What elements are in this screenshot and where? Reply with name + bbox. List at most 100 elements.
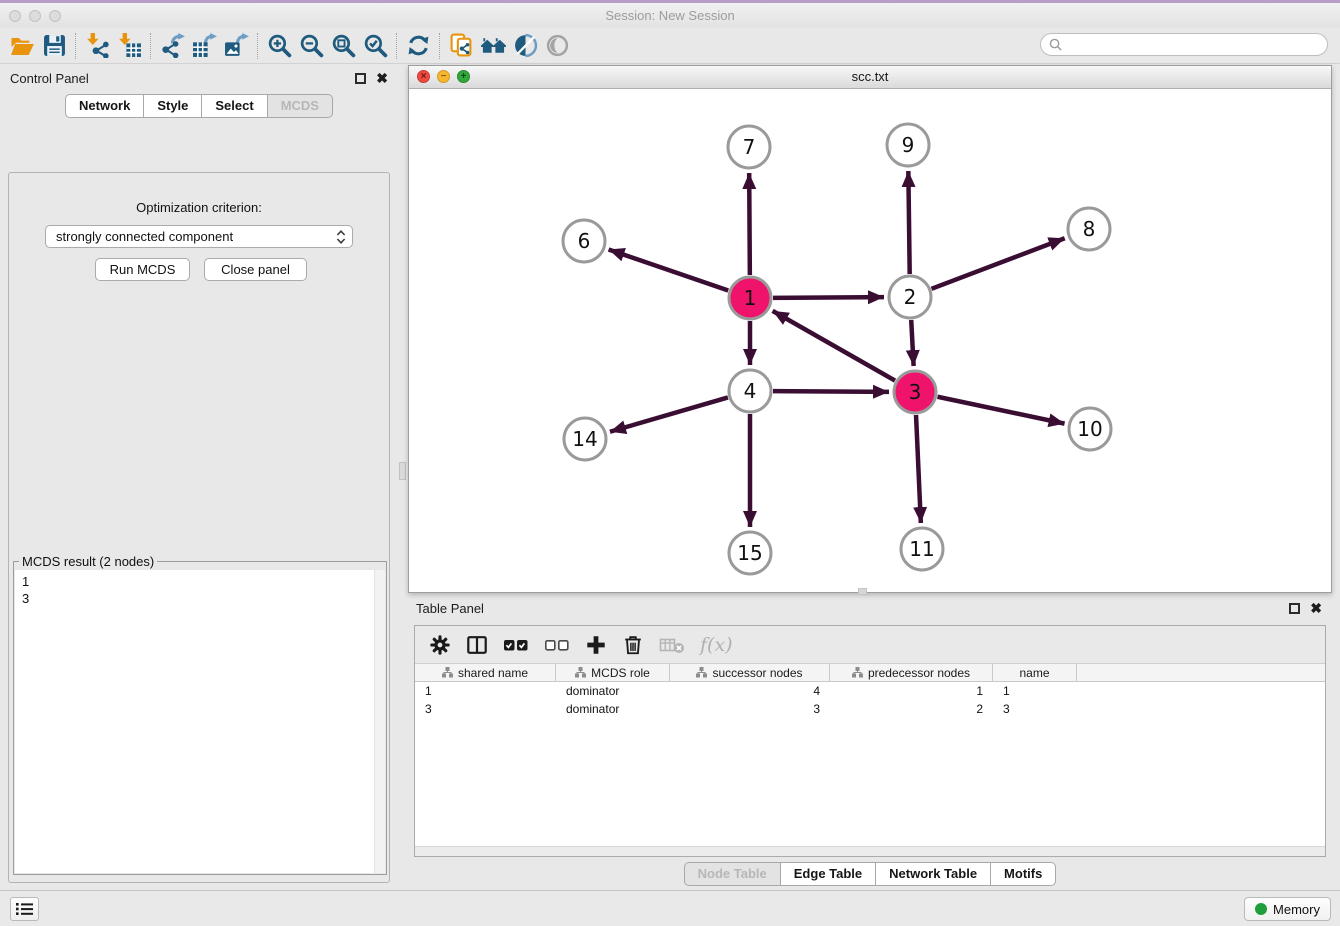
edge-4-14[interactable] [610, 397, 728, 431]
svg-text:10: 10 [1077, 417, 1102, 441]
table-cell[interactable]: dominator [556, 700, 670, 718]
table-hscroll-area[interactable] [415, 846, 1325, 856]
split-columns-icon [466, 634, 488, 656]
table-settings-button[interactable] [429, 632, 451, 658]
graph-node-11[interactable]: 11 [901, 528, 943, 570]
tab-network-table[interactable]: Network Table [875, 862, 991, 886]
export-table-button[interactable] [188, 31, 220, 61]
table-row[interactable]: 1dominator411 [415, 682, 1325, 700]
edge-2-8[interactable] [932, 238, 1065, 289]
column-header-predecessor-nodes[interactable]: predecessor nodes [830, 664, 993, 681]
table-cell[interactable]: 1 [415, 682, 556, 700]
graph-node-3[interactable]: 3 [894, 371, 936, 413]
table-cell[interactable]: 3 [415, 700, 556, 718]
tab-select[interactable]: Select [201, 94, 267, 118]
save-session-button[interactable] [38, 31, 70, 61]
annotations-button[interactable] [509, 31, 541, 61]
edge-1-6[interactable] [609, 249, 729, 290]
graph-node-8[interactable]: 8 [1068, 208, 1110, 250]
open-file-button[interactable] [6, 31, 38, 61]
graph-node-7[interactable]: 7 [728, 126, 770, 168]
memory-button[interactable]: Memory [1244, 897, 1331, 921]
delete-rows-button[interactable] [622, 632, 644, 658]
column-header-shared-name[interactable]: shared name [415, 664, 556, 681]
window-title: Session: New Session [0, 8, 1340, 23]
edge-2-3[interactable] [911, 320, 913, 366]
table-cell[interactable]: 1 [830, 682, 993, 700]
close-panel-button[interactable]: Close panel [204, 258, 307, 281]
edge-3-1[interactable] [773, 311, 895, 381]
zoom-fit-button[interactable] [327, 31, 359, 61]
optimization-criterion-select[interactable]: strongly connected component [45, 225, 353, 248]
table-cell[interactable]: 4 [670, 682, 830, 700]
column-header-successor-nodes[interactable]: successor nodes [670, 664, 830, 681]
clone-network-button[interactable] [445, 31, 477, 61]
graph-node-2[interactable]: 2 [889, 276, 931, 318]
select-all-button[interactable] [503, 632, 529, 658]
graph-node-4[interactable]: 4 [729, 370, 771, 412]
edge-2-9[interactable] [908, 171, 909, 274]
edge-3-10[interactable] [938, 397, 1065, 424]
search-box[interactable] [1040, 33, 1328, 56]
close-table-panel-icon[interactable]: ✖ [1310, 603, 1322, 614]
column-header-MCDS-role[interactable]: MCDS role [556, 664, 670, 681]
add-column-button[interactable] [585, 632, 607, 658]
column-header-name[interactable]: name [993, 664, 1077, 681]
graph-node-6[interactable]: 6 [563, 220, 605, 262]
search-input[interactable] [1067, 38, 1327, 52]
export-network-button[interactable] [156, 31, 188, 61]
graph-node-9[interactable]: 9 [887, 124, 929, 166]
table-row[interactable]: 3dominator323 [415, 700, 1325, 718]
tab-mcds[interactable]: MCDS [267, 94, 333, 118]
function-builder-button[interactable]: f(x) [700, 632, 733, 658]
split-view-button[interactable] [466, 632, 488, 658]
refresh-layout-button[interactable] [402, 31, 434, 61]
task-history-button[interactable] [10, 897, 39, 921]
trash-icon [622, 634, 644, 656]
deselect-all-button[interactable] [544, 632, 570, 658]
float-table-panel-button[interactable] [1289, 603, 1300, 614]
float-panel-button[interactable] [355, 73, 366, 84]
zoom-out-button[interactable] [295, 31, 327, 61]
zoom-out-icon [299, 33, 324, 58]
graph-node-15[interactable]: 15 [729, 532, 771, 574]
edge-4-3[interactable] [773, 391, 889, 392]
close-panel-icon[interactable]: ✖ [376, 73, 388, 84]
table-cell[interactable]: 2 [830, 700, 993, 718]
status-bar: Memory [0, 890, 1340, 926]
horizontal-splitter-handle[interactable] [858, 588, 867, 595]
column-label: predecessor nodes [868, 666, 970, 680]
graph-node-1[interactable]: 1 [729, 277, 771, 319]
tab-node-table[interactable]: Node Table [684, 862, 781, 886]
network-canvas[interactable]: 7 9 6 8 1 2 4 3 14 10 15 11 [409, 89, 1331, 592]
run-mcds-button[interactable]: Run MCDS [95, 258, 190, 281]
result-scrollbar[interactable] [374, 570, 385, 873]
zoom-selected-button[interactable] [359, 31, 391, 61]
tab-style[interactable]: Style [143, 94, 202, 118]
edge-1-2[interactable] [773, 297, 884, 298]
graph-node-10[interactable]: 10 [1069, 408, 1111, 450]
svg-text:11: 11 [909, 537, 934, 561]
table-cell[interactable]: dominator [556, 682, 670, 700]
tab-edge-table[interactable]: Edge Table [780, 862, 876, 886]
delete-table-button[interactable] [659, 632, 685, 658]
first-neighbors-button[interactable] [477, 31, 509, 61]
tab-motifs[interactable]: Motifs [990, 862, 1056, 886]
network-graph[interactable]: 7 9 6 8 1 2 4 3 14 10 15 11 [409, 89, 1331, 593]
import-table-button[interactable] [113, 31, 145, 61]
toolbar-separator [396, 33, 397, 59]
tab-network[interactable]: Network [65, 94, 144, 118]
export-image-button[interactable] [220, 31, 252, 61]
network-window-titlebar[interactable]: × − + scc.txt [409, 66, 1331, 89]
edge-1-7[interactable] [749, 173, 750, 275]
zoom-in-button[interactable] [263, 31, 295, 61]
edge-3-11[interactable] [916, 415, 921, 523]
table-cell[interactable]: 3 [670, 700, 830, 718]
vertical-splitter-handle[interactable] [399, 462, 406, 480]
table-cell[interactable]: 3 [993, 700, 1077, 718]
import-network-button[interactable] [81, 31, 113, 61]
mcds-result-list[interactable]: 13 [15, 570, 385, 873]
graph-node-14[interactable]: 14 [564, 418, 606, 460]
table-cell[interactable]: 1 [993, 682, 1077, 700]
hide-details-button[interactable] [541, 31, 573, 61]
